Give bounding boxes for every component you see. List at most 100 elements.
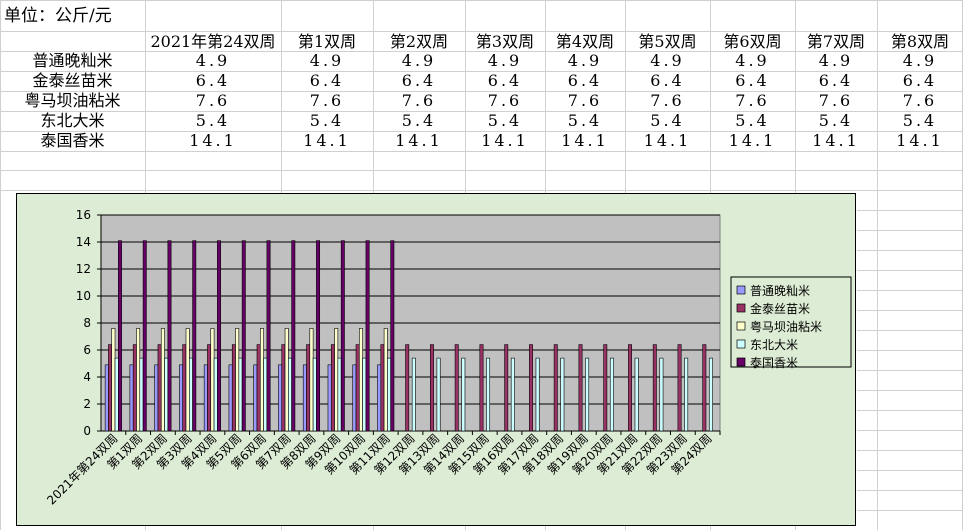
bar <box>241 240 246 432</box>
table-cell[interactable]: 5.4 <box>373 111 465 131</box>
table-cell[interactable]: 4.9 <box>877 51 963 71</box>
bar <box>129 364 134 432</box>
bar <box>139 357 144 432</box>
table-cell[interactable]: 7.6 <box>625 91 710 111</box>
bar <box>207 344 212 432</box>
table-cell[interactable]: 7.6 <box>545 91 625 111</box>
table-cell[interactable]: 5.4 <box>877 111 963 131</box>
table-cell[interactable]: 5.4 <box>710 111 795 131</box>
y-tick-label: 0 <box>83 424 91 438</box>
table-cell[interactable]: 6.4 <box>281 71 373 91</box>
column-header[interactable]: 第6双周 <box>710 32 795 52</box>
column-header[interactable]: 第8双周 <box>877 32 963 52</box>
bar <box>340 240 345 432</box>
gridline-h <box>0 0 963 1</box>
table-cell[interactable]: 7.6 <box>465 91 545 111</box>
gridline-h <box>0 151 963 152</box>
column-header[interactable]: 第3双周 <box>465 32 545 52</box>
table-cell[interactable]: 6.4 <box>545 71 625 91</box>
legend-label: 东北大米 <box>750 338 798 352</box>
bar <box>436 357 441 432</box>
row-label[interactable]: 粤马坝油粘米 <box>0 91 145 111</box>
table-cell[interactable]: 14.1 <box>710 131 795 151</box>
bar <box>238 357 243 432</box>
column-header[interactable]: 第1双周 <box>281 32 373 52</box>
table-cell[interactable]: 14.1 <box>795 131 877 151</box>
x-tick-label: 2021年第24双周 <box>44 431 120 507</box>
bar <box>359 328 363 432</box>
legend-swatch <box>736 339 746 349</box>
row-label[interactable]: 泰国香米 <box>0 131 145 151</box>
unit-label[interactable]: 单位：公斤/元 <box>4 6 112 26</box>
table-cell[interactable]: 5.4 <box>465 111 545 131</box>
table-cell[interactable]: 14.1 <box>877 131 963 151</box>
bar <box>312 357 317 432</box>
table-cell[interactable]: 14.1 <box>281 131 373 151</box>
price-chart[interactable]: 0 2 4 6 8 10 12 14 16 2021年第24双周 第1双周 第2双周 第3双周 第4双周第… <box>16 193 856 526</box>
table-cell[interactable]: 4.9 <box>281 51 373 71</box>
table-cell[interactable]: 7.6 <box>281 91 373 111</box>
bar <box>486 357 491 432</box>
table-cell[interactable]: 6.4 <box>625 71 710 91</box>
table-cell[interactable]: 4.9 <box>795 51 877 71</box>
table-cell[interactable]: 14.1 <box>625 131 710 151</box>
table-cell[interactable]: 6.4 <box>877 71 963 91</box>
gridline-h <box>857 390 963 391</box>
table-cell[interactable]: 4.9 <box>710 51 795 71</box>
legend-label: 普通晚籼米 <box>750 284 810 298</box>
y-tick-label: 14 <box>76 235 91 249</box>
chart-svg: 02468101214162021年第24双周第1双周第2双周第3双周第4双周第… <box>44 208 852 507</box>
table-cell[interactable]: 4.9 <box>465 51 545 71</box>
table-cell[interactable]: 5.4 <box>145 111 281 131</box>
table-cell[interactable]: 14.1 <box>373 131 465 151</box>
table-cell[interactable]: 5.4 <box>795 111 877 131</box>
table-cell[interactable]: 4.9 <box>545 51 625 71</box>
row-label[interactable]: 普通晚籼米 <box>0 51 145 71</box>
table-cell[interactable]: 4.9 <box>145 51 281 71</box>
bar <box>684 357 689 432</box>
table-cell[interactable]: 6.4 <box>795 71 877 91</box>
row-label[interactable]: 东北大米 <box>0 111 145 131</box>
column-header[interactable]: 第7双周 <box>795 32 877 52</box>
table-cell[interactable]: 6.4 <box>373 71 465 91</box>
table-cell[interactable]: 6.4 <box>710 71 795 91</box>
gridline-h <box>857 330 963 331</box>
table-cell[interactable]: 6.4 <box>465 71 545 91</box>
legend-swatch <box>736 285 746 295</box>
table-cell[interactable]: 5.4 <box>625 111 710 131</box>
row-label[interactable]: 金泰丝苗米 <box>0 71 145 91</box>
table-cell[interactable]: 7.6 <box>373 91 465 111</box>
bar <box>182 344 187 432</box>
gridline-h <box>857 250 963 251</box>
table-cell[interactable]: 14.1 <box>145 131 281 151</box>
table-cell[interactable]: 7.6 <box>710 91 795 111</box>
table-cell[interactable]: 14.1 <box>545 131 625 151</box>
table-cell[interactable]: 5.4 <box>545 111 625 131</box>
bar <box>430 344 434 432</box>
gridline-h <box>857 470 963 471</box>
bar <box>281 344 286 432</box>
table-cell[interactable]: 14.1 <box>465 131 545 151</box>
bar <box>108 344 113 432</box>
table-cell[interactable]: 7.6 <box>795 91 877 111</box>
column-header[interactable]: 2021年第24双周 <box>145 32 281 52</box>
column-header[interactable]: 第4双周 <box>545 32 625 52</box>
gridline-h <box>857 510 963 511</box>
table-cell[interactable]: 6.4 <box>145 71 281 91</box>
table-cell[interactable]: 7.6 <box>877 91 963 111</box>
table-cell[interactable]: 7.6 <box>145 91 281 111</box>
column-header[interactable]: 第5双周 <box>625 32 710 52</box>
bar <box>164 357 169 432</box>
bar <box>118 240 122 432</box>
column-header[interactable]: 第2双周 <box>373 32 465 52</box>
bar <box>585 357 590 432</box>
bar <box>390 240 395 432</box>
table-cell[interactable]: 4.9 <box>373 51 465 71</box>
bar <box>355 344 360 432</box>
bar <box>603 344 608 432</box>
gridline-h <box>857 430 963 431</box>
bar <box>306 344 311 432</box>
table-cell[interactable]: 5.4 <box>281 111 373 131</box>
bar <box>284 328 289 432</box>
table-cell[interactable]: 4.9 <box>625 51 710 71</box>
